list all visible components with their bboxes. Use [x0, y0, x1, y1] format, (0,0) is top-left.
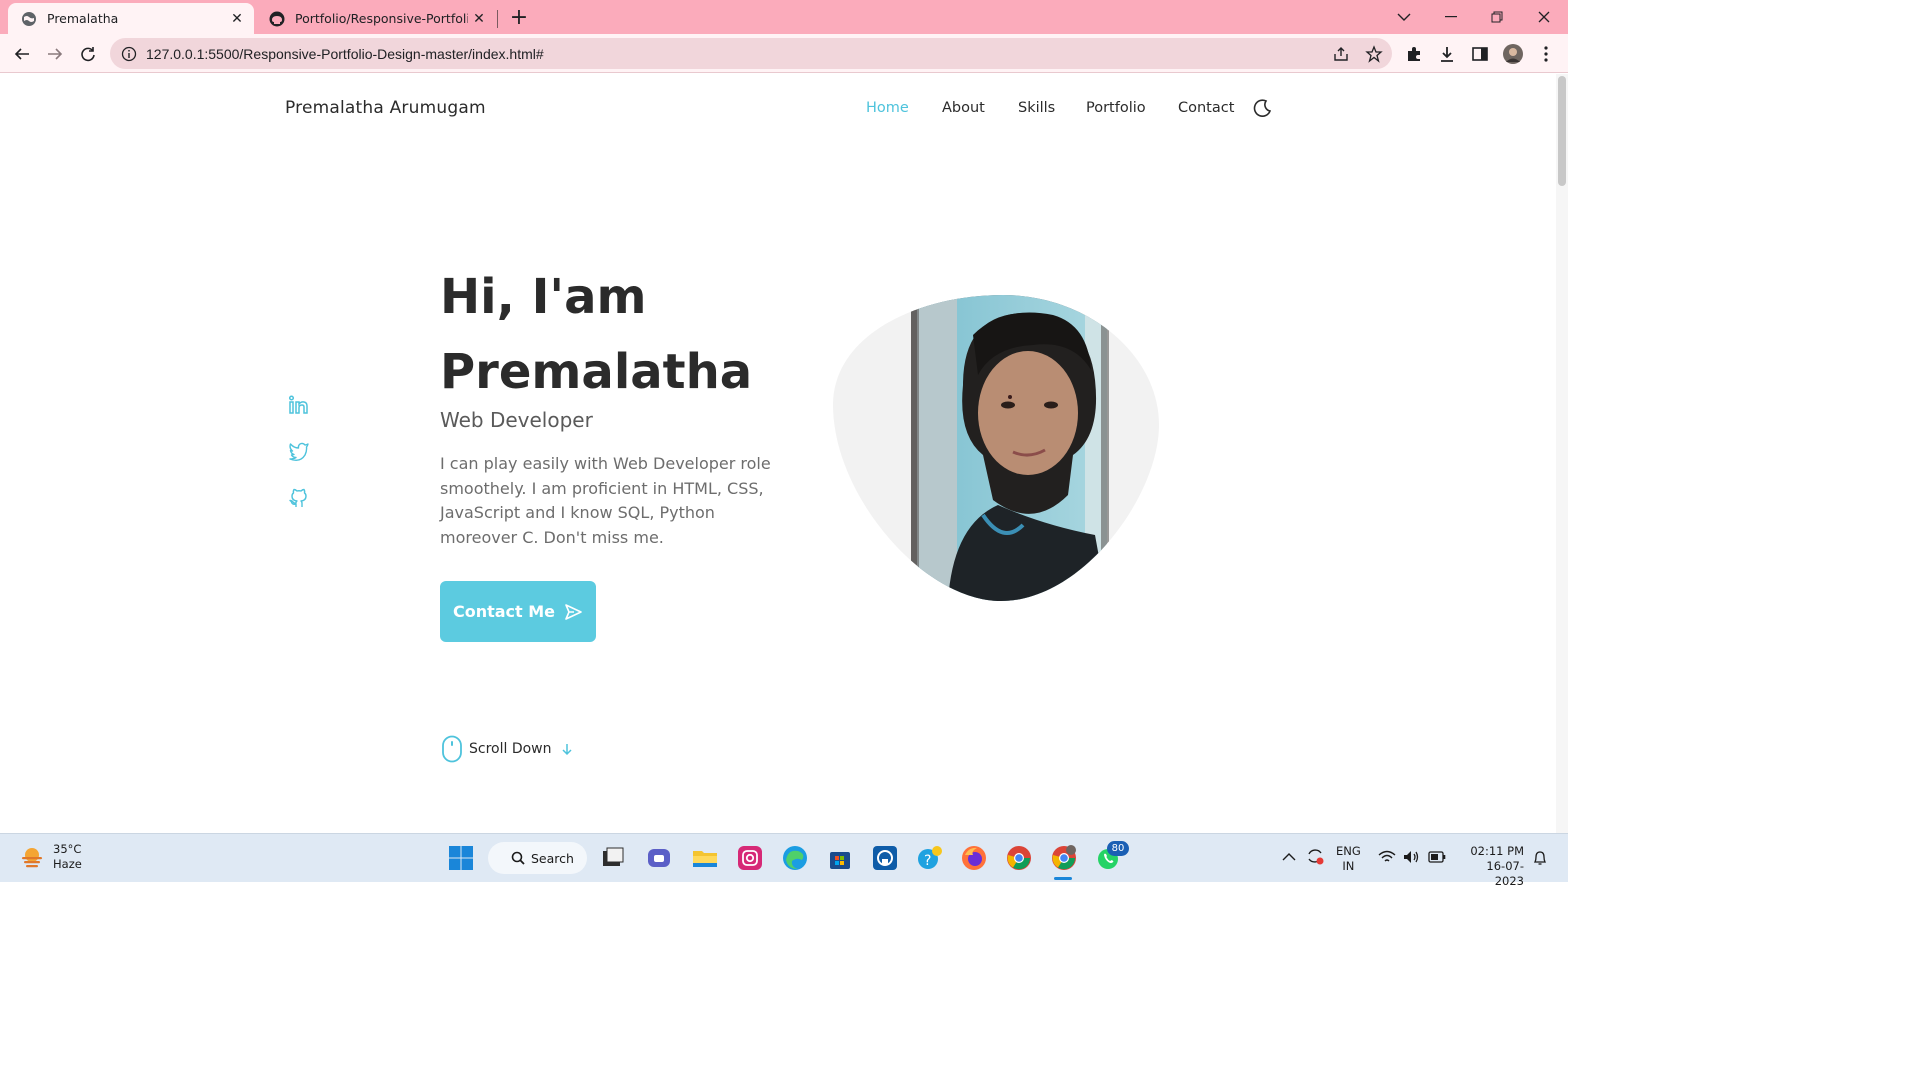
arrow-left-icon: [14, 48, 29, 60]
windows-taskbar: 35°C Haze Search ? 80 ENG IN 02:11 PM 16…: [0, 833, 1568, 888]
search-label: Search: [531, 850, 574, 866]
reload-icon: [81, 47, 95, 62]
nav-skills[interactable]: Skills: [1018, 100, 1055, 116]
firefox-icon[interactable]: [961, 845, 987, 871]
nav-about[interactable]: About: [942, 100, 985, 116]
share-icon[interactable]: [1332, 45, 1350, 63]
hero-description: I can play easily with Web Developer rol…: [440, 454, 771, 547]
nav-portfolio[interactable]: Portfolio: [1086, 100, 1146, 116]
task-view-icon[interactable]: [600, 845, 626, 871]
close-icon[interactable]: ✕: [226, 8, 248, 30]
moon-icon[interactable]: [1253, 98, 1273, 118]
browser-toolbar: 127.0.0.1:5500/Responsive-Portfolio-Desi…: [0, 34, 1568, 73]
url-text[interactable]: 127.0.0.1:5500/Responsive-Portfolio-Desi…: [146, 46, 544, 62]
edge-icon[interactable]: [782, 845, 808, 871]
language-indicator[interactable]: ENG IN: [1336, 844, 1361, 874]
restore-icon[interactable]: [1474, 0, 1520, 34]
lang-bottom: IN: [1342, 859, 1355, 873]
tab-strip: Premalatha ✕ Portfolio/Responsive-Portfo…: [0, 0, 1568, 34]
side-panel-icon[interactable]: [1470, 44, 1490, 64]
hero-greeting: Hi, I'am: [440, 269, 647, 325]
weather-widget[interactable]: 35°C Haze: [20, 842, 82, 872]
globe-icon: [22, 11, 36, 26]
extensions-icon[interactable]: [1404, 44, 1424, 64]
svg-text:?: ?: [924, 853, 931, 869]
wifi-icon[interactable]: [1378, 850, 1396, 864]
tab-title: Portfolio/Responsive-Portfolio-Design: [295, 11, 468, 26]
close-window-icon[interactable]: [1521, 0, 1567, 34]
chrome-icon[interactable]: [1006, 845, 1032, 871]
nav-home[interactable]: Home: [866, 100, 909, 116]
reload-button[interactable]: [74, 40, 102, 68]
star-icon[interactable]: [1365, 45, 1383, 63]
tab-premalatha[interactable]: Premalatha ✕: [8, 3, 254, 34]
tab-title: Premalatha: [47, 11, 119, 26]
info-icon[interactable]: [121, 46, 137, 62]
microsoft-store-icon[interactable]: [827, 845, 853, 871]
profile-avatar[interactable]: [1503, 44, 1523, 64]
tab-search-icon[interactable]: [1381, 0, 1427, 34]
clock-time: 02:11 PM: [1470, 844, 1524, 858]
nav-contact[interactable]: Contact: [1178, 100, 1234, 116]
instagram-icon[interactable]: [737, 845, 763, 871]
sync-icon[interactable]: [1305, 846, 1325, 866]
github-icon: [269, 11, 285, 26]
whatsapp-badge: 80: [1107, 841, 1129, 856]
weather-temp: 35°C: [53, 842, 82, 856]
new-tab-button[interactable]: +: [507, 5, 531, 30]
contact-me-button[interactable]: Contact Me: [440, 581, 596, 642]
taskbar-search[interactable]: Search: [488, 842, 587, 874]
hero-name: Premalatha: [440, 344, 753, 400]
arrow-down-icon: [561, 744, 572, 756]
github-icon[interactable]: [288, 487, 310, 509]
clock-date: 16-07-2023: [1486, 859, 1524, 888]
hero-role: Web Developer: [440, 408, 593, 432]
linkedin-icon[interactable]: [288, 394, 310, 416]
page-viewport: Premalatha Arumugam Home About Skills Po…: [0, 74, 1556, 833]
close-icon[interactable]: ✕: [468, 8, 490, 30]
windows-start-icon[interactable]: [448, 845, 474, 871]
lang-top: ENG: [1336, 844, 1361, 858]
search-icon: [511, 851, 525, 865]
scroll-down-label: Scroll Down: [469, 741, 552, 757]
twitter-icon[interactable]: [288, 440, 310, 462]
mouse-icon: [442, 735, 462, 763]
profile-photo: [833, 295, 1159, 601]
file-explorer-icon[interactable]: [692, 845, 718, 871]
haze-sun-icon: [22, 848, 42, 868]
teams-chat-icon[interactable]: [646, 845, 672, 871]
notification-bell-icon[interactable]: [1532, 850, 1548, 866]
active-app-indicator: [1054, 877, 1072, 880]
tab-divider: [497, 10, 498, 28]
send-icon: [565, 603, 582, 620]
app-launcher-icon[interactable]: [872, 845, 898, 871]
help-icon[interactable]: ?: [917, 845, 943, 871]
chevron-up-icon[interactable]: [1282, 852, 1296, 862]
weather-desc: Haze: [53, 857, 82, 871]
scroll-down-link[interactable]: Scroll Down: [441, 735, 574, 763]
tab-github-portfolio[interactable]: Portfolio/Responsive-Portfolio-Design ✕: [256, 3, 496, 34]
address-bar[interactable]: 127.0.0.1:5500/Responsive-Portfolio-Desi…: [110, 38, 1392, 69]
clock[interactable]: 02:11 PM 16-07-2023: [1460, 844, 1524, 889]
minimize-icon[interactable]: [1428, 0, 1474, 34]
arrow-right-icon: [48, 48, 63, 60]
page-scrollbar[interactable]: [1556, 74, 1568, 833]
forward-button[interactable]: [41, 40, 69, 68]
more-menu-icon[interactable]: [1536, 44, 1556, 64]
back-button[interactable]: [8, 40, 36, 68]
scrollbar-thumb[interactable]: [1558, 76, 1566, 186]
chrome-profile-icon[interactable]: [1051, 845, 1077, 871]
download-icon[interactable]: [1437, 44, 1457, 64]
volume-icon[interactable]: [1403, 850, 1421, 864]
battery-icon[interactable]: [1428, 851, 1446, 863]
contact-me-label: Contact Me: [452, 602, 556, 621]
site-brand[interactable]: Premalatha Arumugam: [285, 98, 486, 118]
